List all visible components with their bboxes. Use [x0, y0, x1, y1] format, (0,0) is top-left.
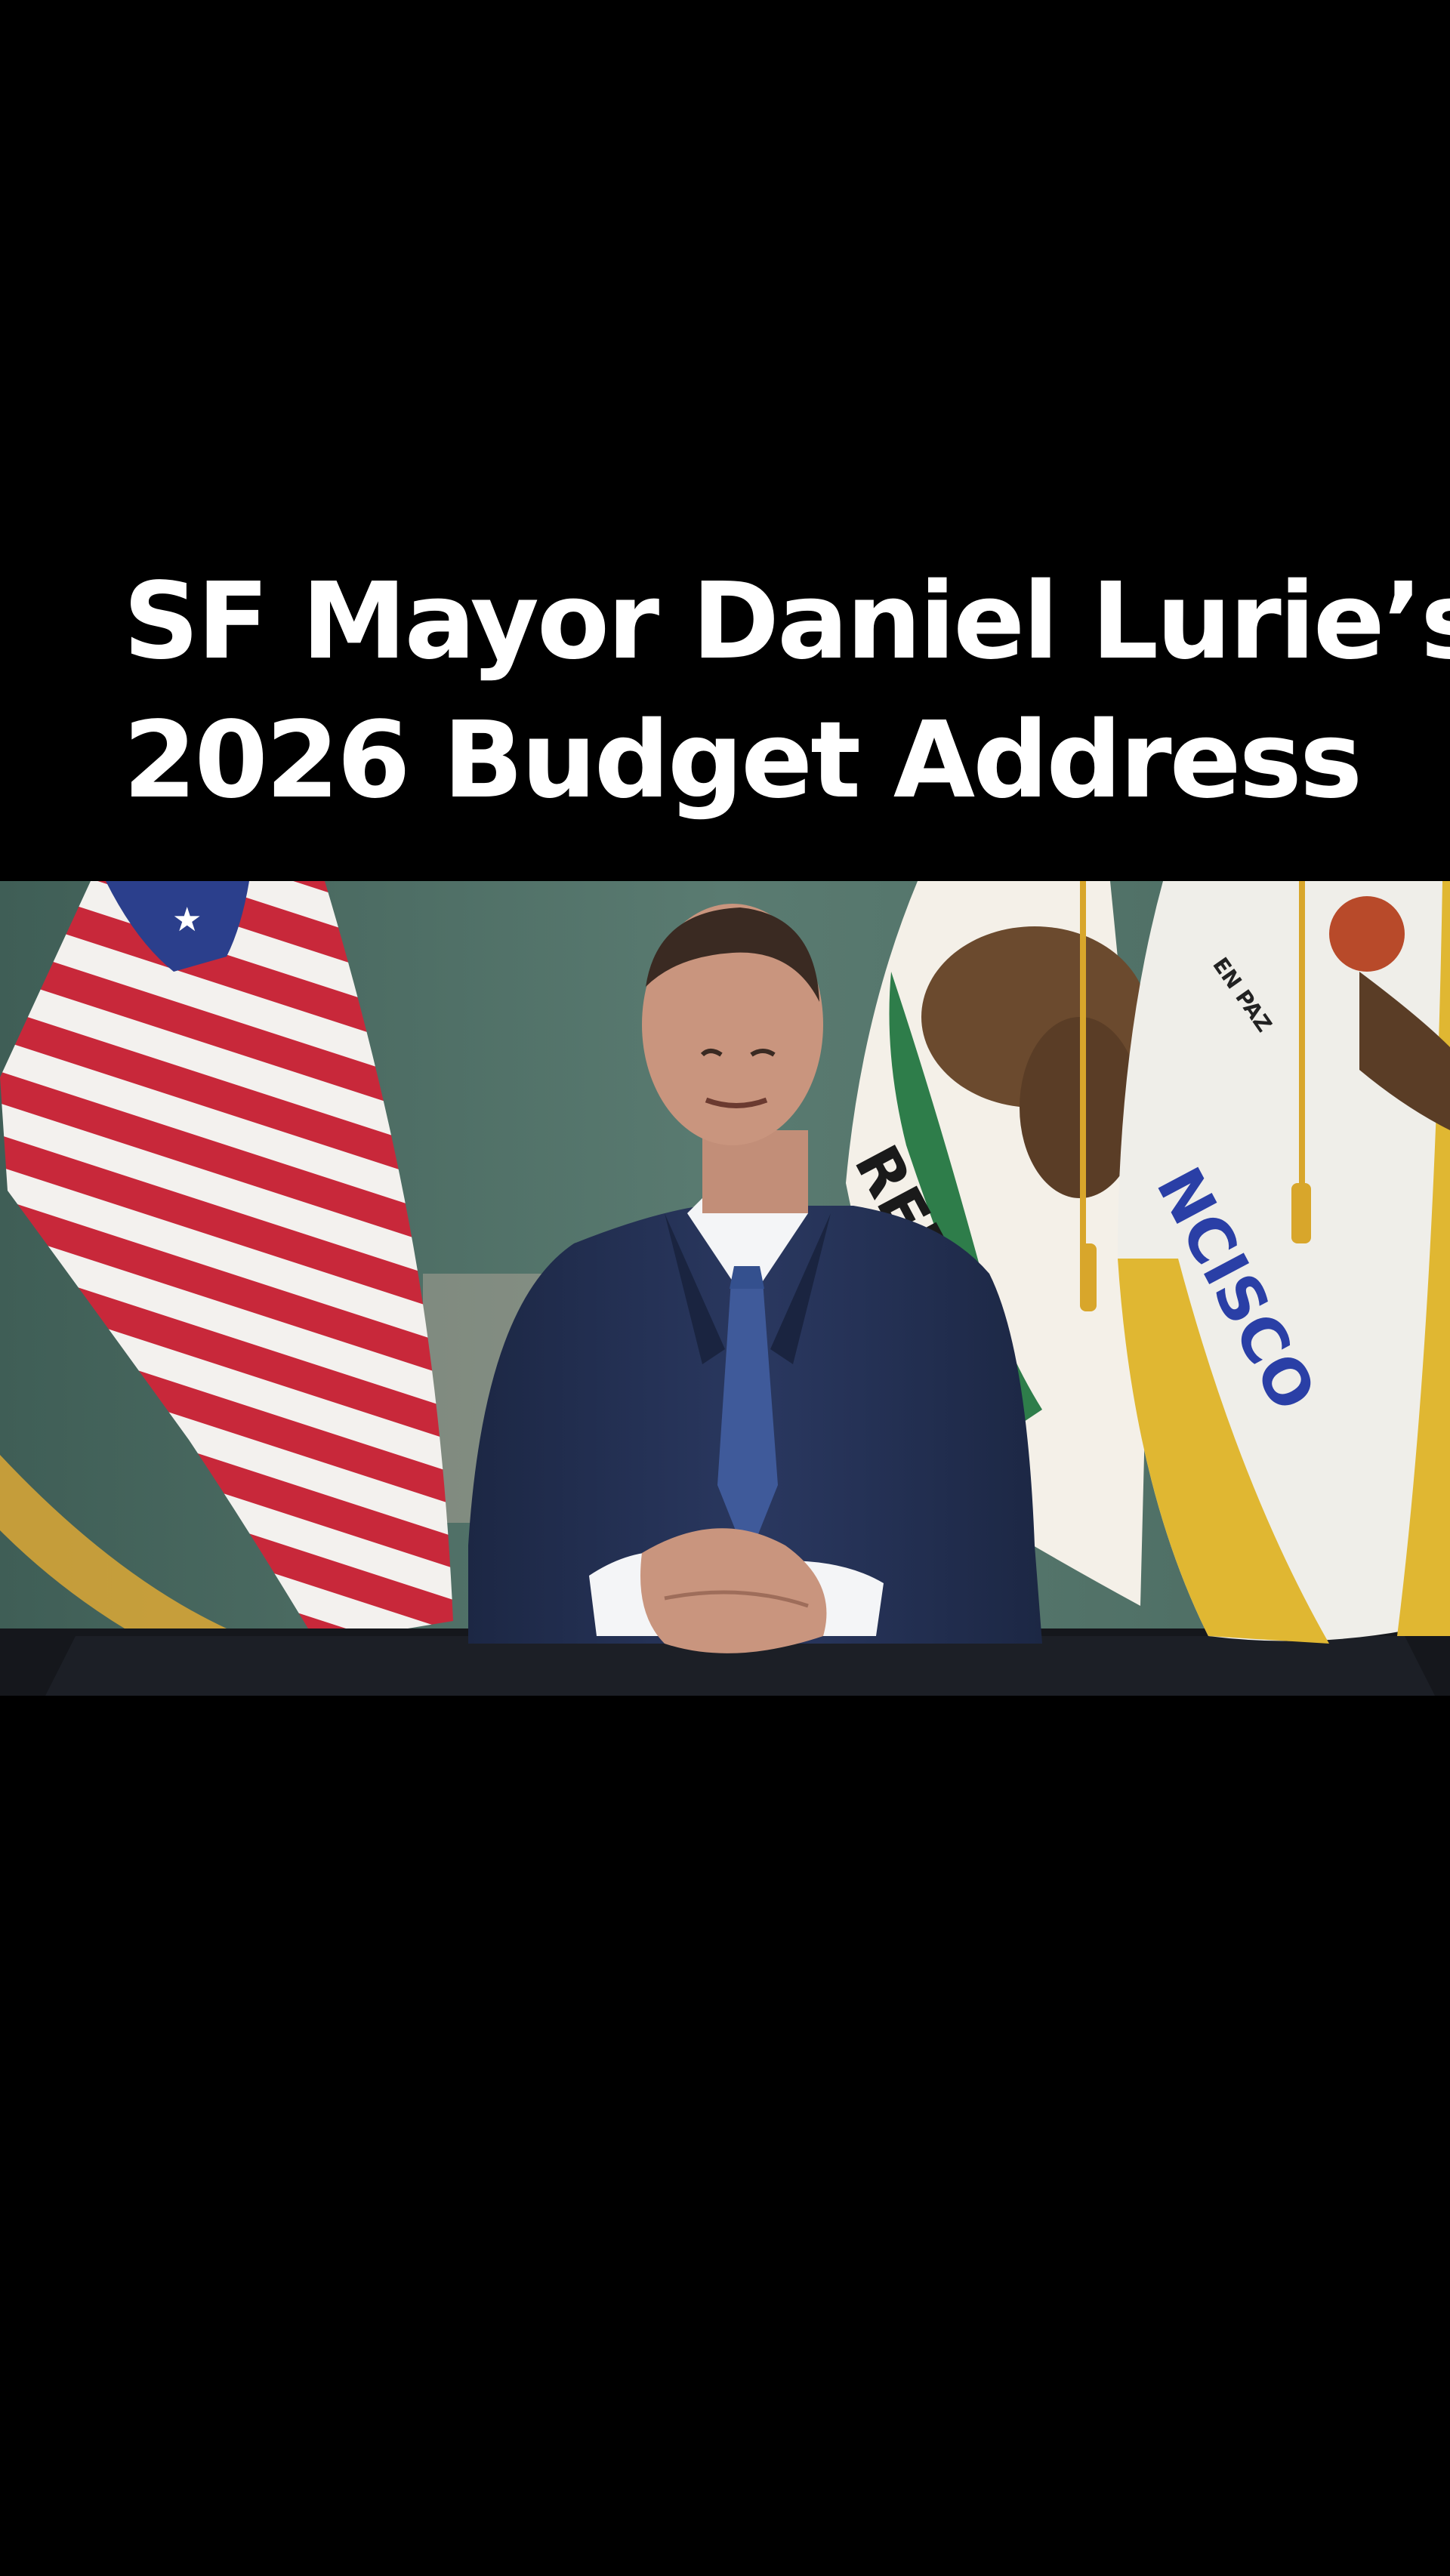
svg-text:★: ★ [172, 901, 202, 939]
video-page: SF Mayor Daniel Lurie’s 2026 Budget Addr… [0, 0, 1450, 2576]
video-frame[interactable]: ★ REPU NCISCO EN PAZ [0, 881, 1450, 1696]
video-scene: ★ REPU NCISCO EN PAZ [0, 881, 1450, 1696]
caption-line-1: SF Mayor Daniel Lurie’s [123, 560, 1450, 683]
caption-line-2: 2026 Budget Address [123, 699, 1362, 822]
video-caption: SF Mayor Daniel Lurie’s 2026 Budget Addr… [123, 553, 1450, 830]
